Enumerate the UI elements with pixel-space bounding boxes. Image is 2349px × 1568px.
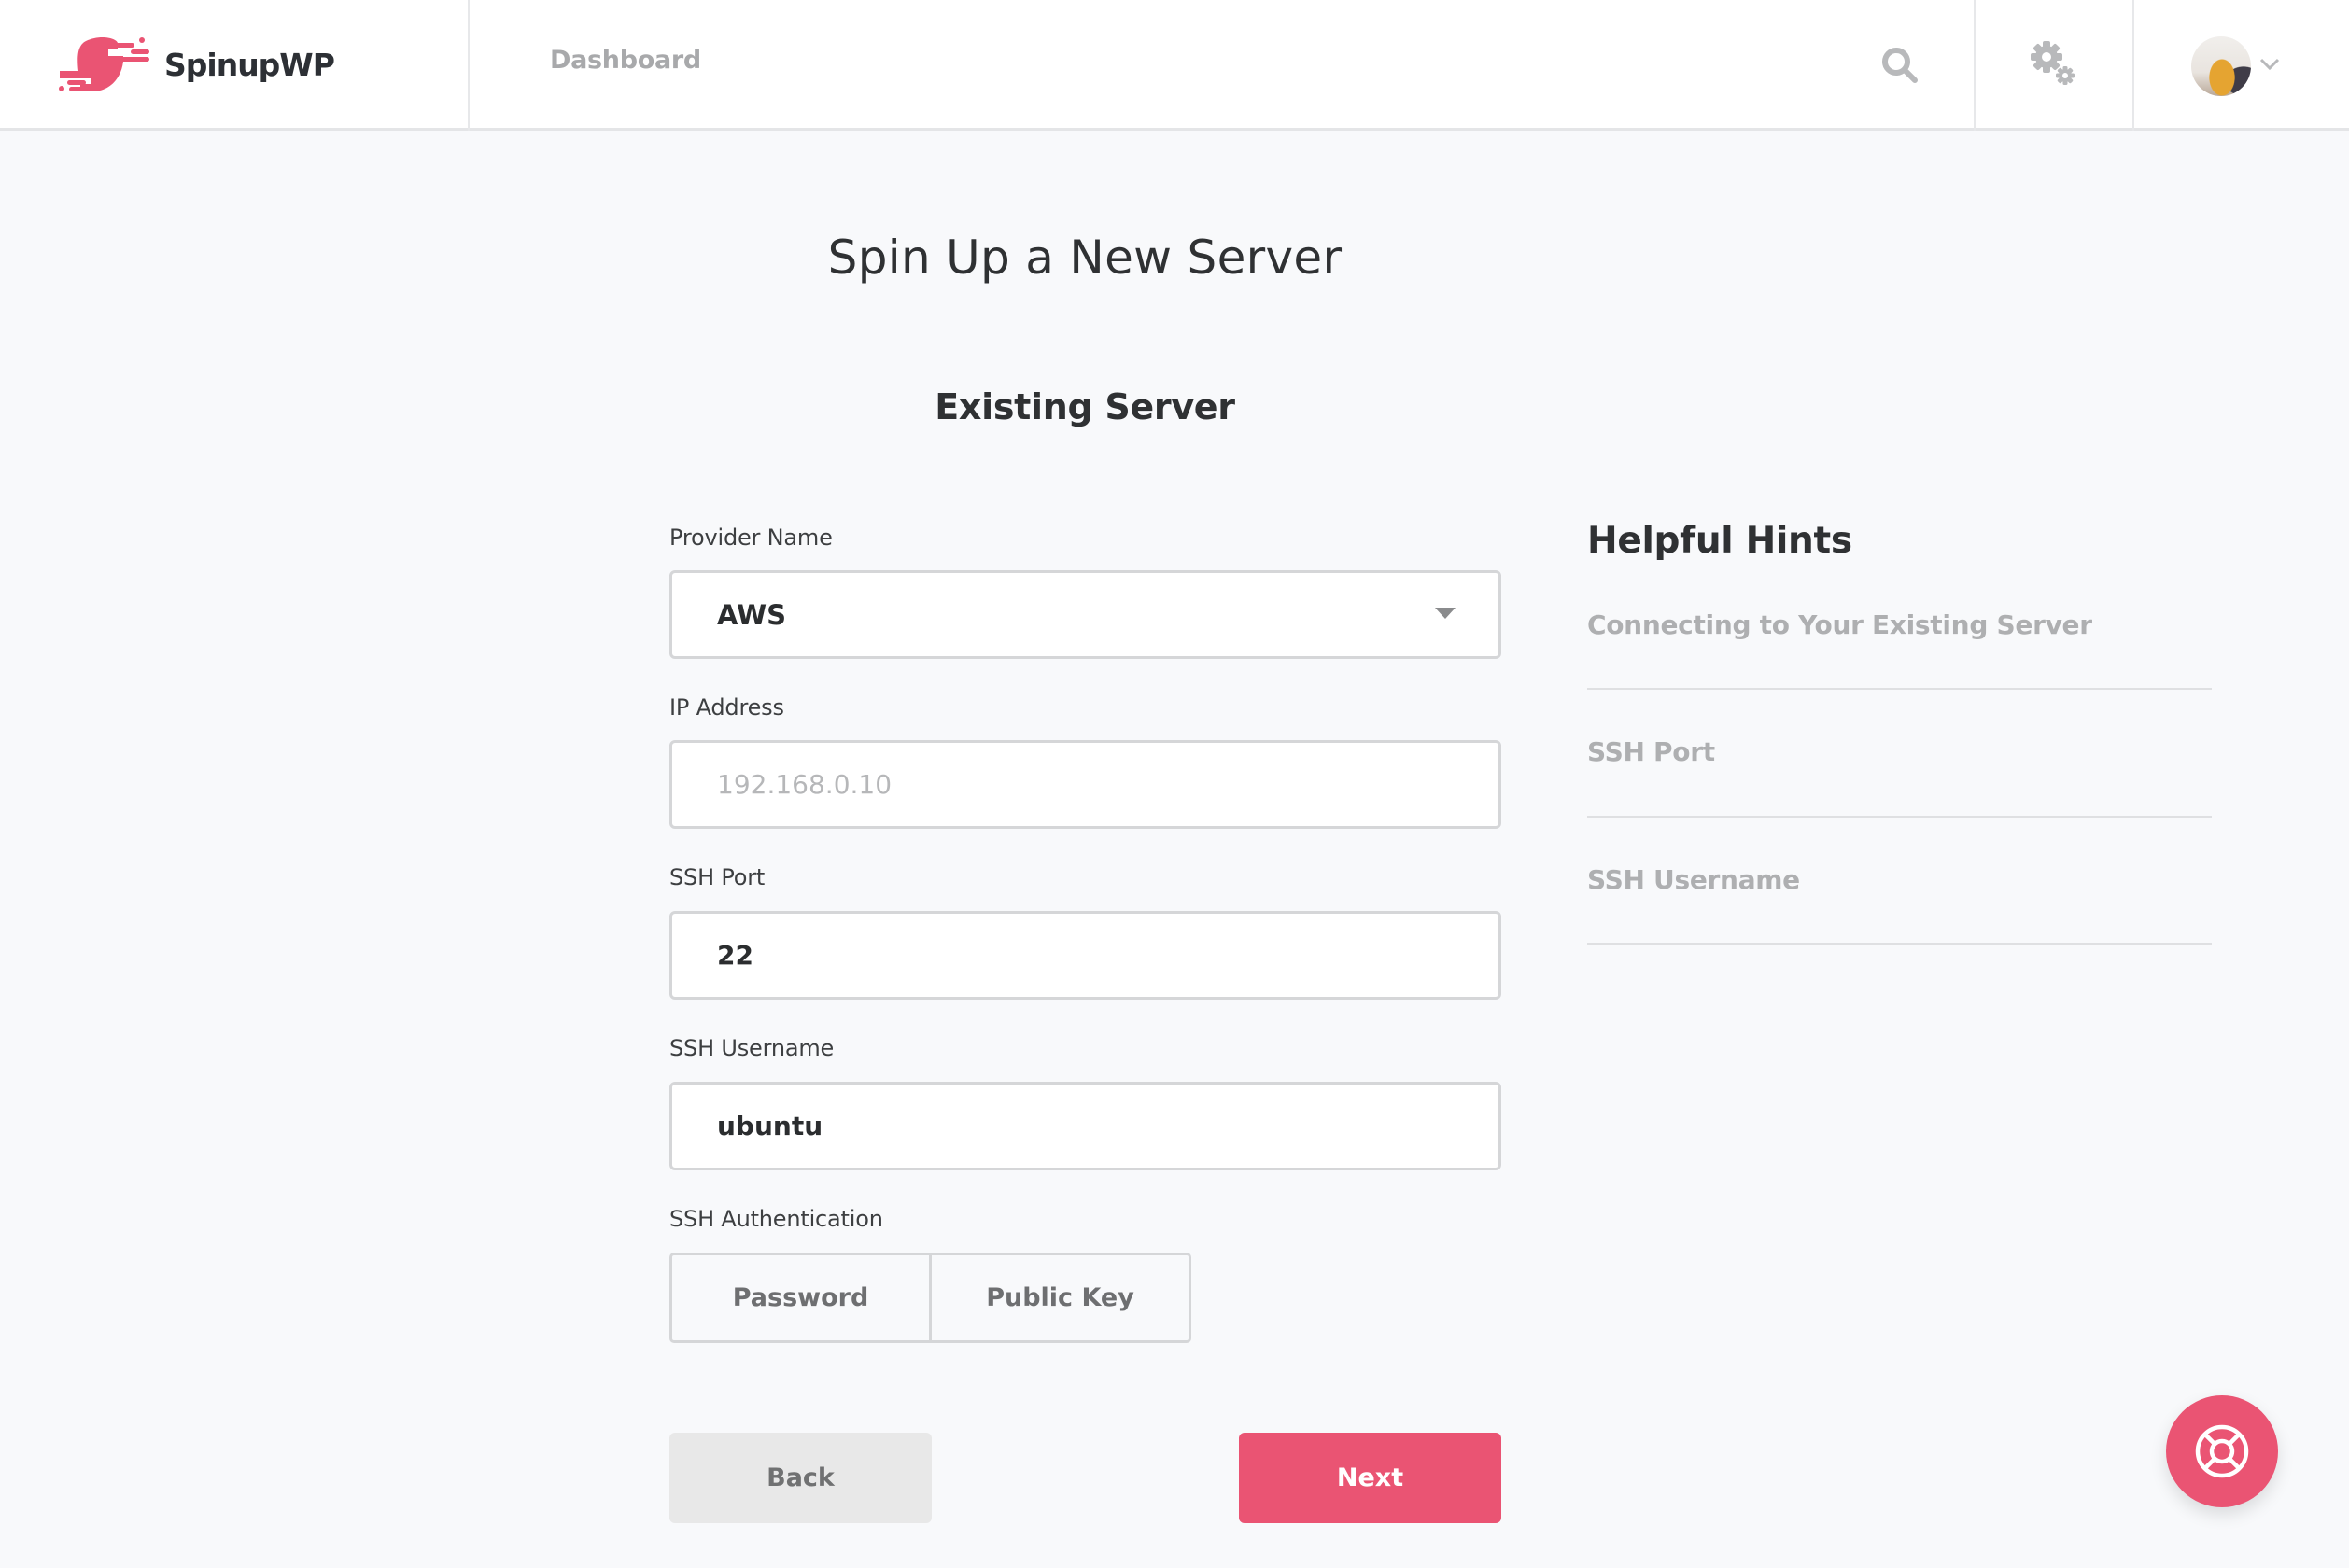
page-title: Spin Up a New Server — [827, 231, 1343, 285]
dropdown-arrow-icon — [1435, 608, 1456, 619]
brand-logo[interactable]: SpinupWP — [52, 35, 335, 93]
user-avatar — [2191, 36, 2251, 96]
hint-divider — [1587, 688, 2212, 690]
header-divider — [1974, 0, 1976, 131]
gears-icon — [2031, 41, 2075, 85]
ssh-auth-toggle: Password Public Key — [669, 1253, 1191, 1343]
spinupwp-logo-icon — [59, 36, 149, 91]
nav-dashboard-link[interactable]: Dashboard — [550, 46, 701, 75]
hint-ssh-port[interactable]: SSH Port — [1587, 736, 2212, 767]
search-button[interactable] — [1872, 37, 1928, 93]
ssh-username-label: SSH Username — [669, 1035, 835, 1061]
hint-ssh-username[interactable]: SSH Username — [1587, 864, 2212, 895]
ssh-port-input[interactable] — [717, 940, 1498, 971]
provider-select[interactable]: AWS — [669, 570, 1501, 659]
provider-selected-value: AWS — [717, 598, 787, 631]
ip-address-input[interactable] — [717, 769, 1498, 800]
lifebuoy-icon — [2195, 1424, 2249, 1478]
ssh-port-label: SSH Port — [669, 864, 766, 890]
auth-option-public-key[interactable]: Public Key — [929, 1255, 1189, 1340]
ssh-auth-label: SSH Authentication — [669, 1206, 883, 1232]
chevron-down-icon — [2259, 58, 2280, 71]
next-button[interactable]: Next — [1239, 1433, 1501, 1523]
provider-label: Provider Name — [669, 525, 833, 551]
ssh-username-field[interactable] — [669, 1082, 1501, 1170]
ip-address-label: IP Address — [669, 694, 784, 721]
section-title: Existing Server — [935, 386, 1235, 427]
ip-address-field[interactable] — [669, 740, 1501, 829]
hint-divider — [1587, 943, 2212, 945]
brand-name: SpinupWP — [164, 46, 335, 83]
header-divider — [468, 0, 470, 131]
help-button[interactable] — [2166, 1395, 2278, 1507]
hints-title: Helpful Hints — [1587, 520, 1852, 562]
settings-button[interactable] — [2021, 35, 2087, 93]
hint-connecting-existing-server[interactable]: Connecting to Your Existing Server — [1587, 609, 2212, 640]
user-menu-button[interactable] — [2185, 34, 2287, 99]
back-button[interactable]: Back — [669, 1433, 932, 1523]
ssh-username-input[interactable] — [717, 1111, 1498, 1141]
top-navbar: SpinupWP Dashboard — [0, 0, 2349, 131]
auth-option-password[interactable]: Password — [672, 1255, 929, 1340]
hint-divider — [1587, 816, 2212, 818]
header-divider — [2132, 0, 2134, 131]
search-icon — [1882, 48, 1918, 83]
ssh-port-field[interactable] — [669, 911, 1501, 1000]
